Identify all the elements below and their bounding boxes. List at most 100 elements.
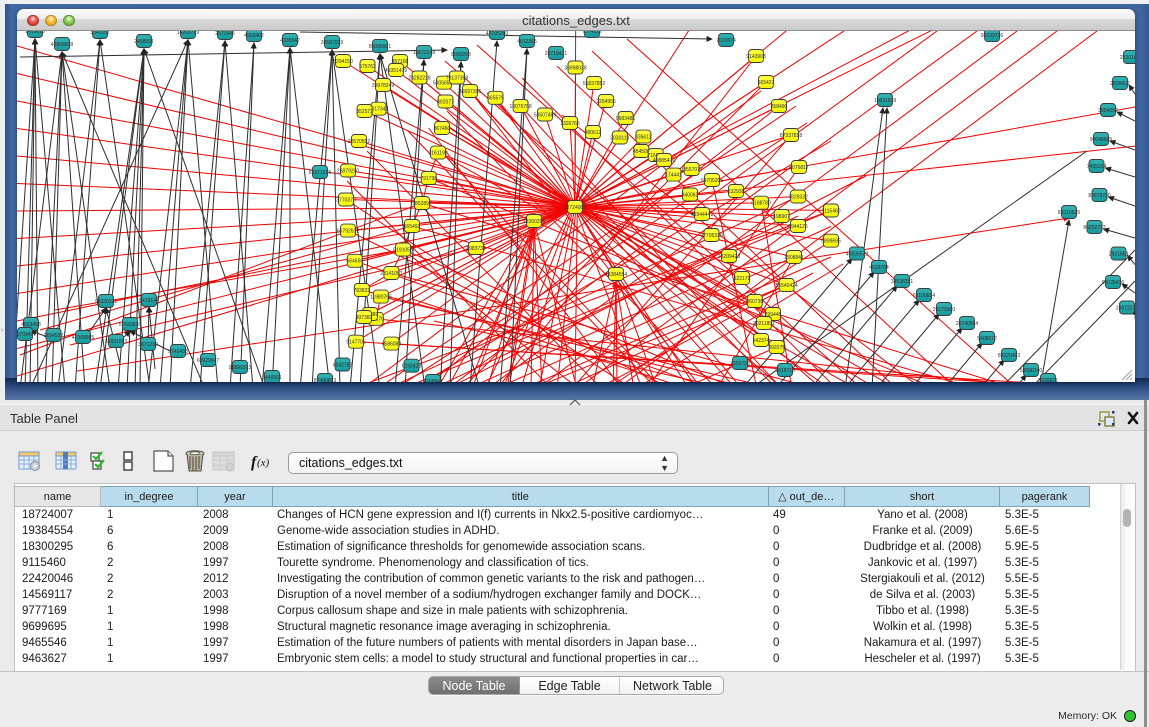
svg-text:1419610: 1419610 (25, 31, 45, 35)
svg-text:5191056: 5191056 (393, 247, 413, 253)
svg-text:6899695: 6899695 (821, 239, 841, 245)
svg-text:2458591: 2458591 (134, 39, 154, 45)
svg-text:783823: 783823 (353, 288, 370, 294)
svg-text:89089901: 89089901 (369, 44, 391, 50)
svg-text:5918715: 5918715 (775, 368, 795, 374)
svg-text:10076758: 10076758 (509, 104, 531, 110)
svg-text:81971316: 81971316 (309, 170, 331, 176)
svg-text:39557077: 39557077 (680, 167, 702, 173)
svg-text:3770370: 3770370 (336, 197, 356, 203)
svg-text:791798: 791798 (420, 176, 437, 182)
svg-text:9852897: 9852897 (412, 201, 432, 207)
svg-text:3341057: 3341057 (90, 31, 110, 36)
svg-text:23141087: 23141087 (380, 271, 402, 277)
svg-text:3741438: 3741438 (168, 349, 188, 355)
svg-text:7374122: 7374122 (582, 31, 602, 35)
svg-text:70211891: 70211891 (753, 321, 775, 327)
svg-text:665427: 665427 (758, 80, 775, 86)
svg-text:4539704: 4539704 (869, 265, 889, 271)
svg-text:87337818: 87337818 (780, 133, 802, 139)
svg-text:360735: 360735 (746, 299, 763, 305)
svg-text:480612: 480612 (585, 130, 602, 136)
svg-text:90048665: 90048665 (1090, 137, 1112, 143)
svg-text:132938: 132938 (728, 189, 745, 195)
svg-text:31831063: 31831063 (105, 339, 127, 345)
svg-text:40885476: 40885476 (653, 158, 675, 164)
svg-text:392075: 392075 (768, 345, 785, 351)
svg-text:95320121: 95320121 (95, 299, 117, 305)
svg-text:96028436: 96028436 (1102, 280, 1124, 286)
svg-text:8090293: 8090293 (451, 52, 471, 58)
svg-text:9143903: 9143903 (746, 54, 766, 60)
svg-text:542374: 542374 (753, 338, 770, 344)
svg-text:8294150: 8294150 (333, 59, 353, 65)
svg-text:4842788: 4842788 (333, 362, 353, 368)
svg-text:24282218: 24282218 (408, 75, 430, 81)
svg-text:22201654: 22201654 (1120, 55, 1135, 61)
svg-text:174441: 174441 (665, 172, 682, 178)
svg-text:5076817: 5076817 (789, 165, 809, 171)
svg-text:1326765: 1326765 (560, 121, 580, 127)
svg-text:9115460: 9115460 (821, 208, 840, 214)
svg-text:3320821: 3320821 (1038, 378, 1058, 382)
svg-text:492077: 492077 (437, 99, 454, 105)
svg-text:23718431: 23718431 (545, 51, 567, 57)
svg-text:665579: 665579 (487, 96, 504, 102)
svg-text:867460: 867460 (434, 126, 451, 132)
svg-text:564656: 564656 (346, 259, 363, 265)
svg-text:6440561: 6440561 (262, 375, 282, 381)
svg-text:4335942: 4335942 (280, 38, 300, 44)
svg-text:7455324: 7455324 (1087, 164, 1107, 170)
svg-text:9683481: 9683481 (616, 116, 636, 122)
svg-text:5479144: 5479144 (139, 298, 159, 304)
svg-text:95899313: 95899313 (229, 365, 251, 371)
svg-text:575763: 575763 (359, 64, 376, 70)
svg-text:4586084: 4586084 (382, 341, 402, 347)
svg-text:198907: 198907 (773, 214, 790, 220)
svg-text:7350753: 7350753 (730, 361, 750, 367)
svg-text:20709497: 20709497 (17, 332, 36, 338)
svg-text:1908841: 1908841 (784, 255, 804, 261)
svg-text:81016525: 81016525 (1058, 210, 1080, 216)
svg-text:36697396: 36697396 (459, 89, 481, 95)
svg-text:45351479: 45351479 (385, 68, 407, 74)
svg-text:58586340: 58586340 (1020, 368, 1042, 374)
svg-text:352572: 352572 (356, 109, 373, 115)
svg-text:91030736: 91030736 (981, 33, 1003, 39)
svg-text:4823498: 4823498 (21, 322, 41, 328)
svg-text:47308985: 47308985 (72, 335, 94, 341)
svg-text:9147706: 9147706 (346, 340, 366, 346)
svg-text:53507489: 53507489 (534, 112, 556, 118)
svg-text:3684052: 3684052 (1098, 108, 1118, 114)
svg-text:15831819: 15831819 (874, 98, 896, 104)
svg-text:1983738: 1983738 (466, 246, 486, 252)
svg-text:3871230: 3871230 (138, 342, 158, 348)
svg-text:2571945: 2571945 (215, 31, 235, 37)
svg-text:20570592: 20570592 (348, 139, 370, 145)
svg-text:10872248: 10872248 (413, 50, 435, 56)
svg-text:19384554: 19384554 (605, 272, 627, 278)
svg-text:7022674: 7022674 (716, 38, 736, 44)
svg-text:5408072: 5408072 (977, 336, 997, 342)
svg-text:42868828: 42868828 (51, 42, 73, 48)
svg-text:18300295: 18300295 (523, 219, 545, 225)
svg-text:41944441: 41944441 (691, 212, 713, 218)
svg-text:2166941: 2166941 (423, 379, 443, 382)
svg-text:4903402: 4903402 (244, 33, 264, 39)
svg-text:335612: 335612 (635, 134, 652, 140)
svg-text:522179: 522179 (734, 276, 751, 282)
svg-text:497382: 497382 (356, 315, 373, 321)
svg-text:23209423: 23209423 (718, 254, 740, 260)
svg-text:63100814: 63100814 (913, 293, 935, 299)
svg-text:51837852: 51837852 (583, 81, 605, 87)
svg-text:2188789: 2188789 (751, 201, 771, 207)
svg-text:89978790: 89978790 (1088, 193, 1110, 199)
svg-text:29175900: 29175900 (933, 307, 955, 313)
svg-text:28740864: 28740864 (956, 321, 978, 327)
svg-text:87490893: 87490893 (314, 378, 336, 382)
svg-text:66792612: 66792612 (337, 228, 359, 234)
svg-text:6944126: 6944126 (788, 224, 808, 230)
svg-text:11980765: 11980765 (370, 294, 392, 300)
svg-text:2161193: 2161193 (428, 150, 447, 156)
svg-text:55540424: 55540424 (775, 283, 797, 289)
